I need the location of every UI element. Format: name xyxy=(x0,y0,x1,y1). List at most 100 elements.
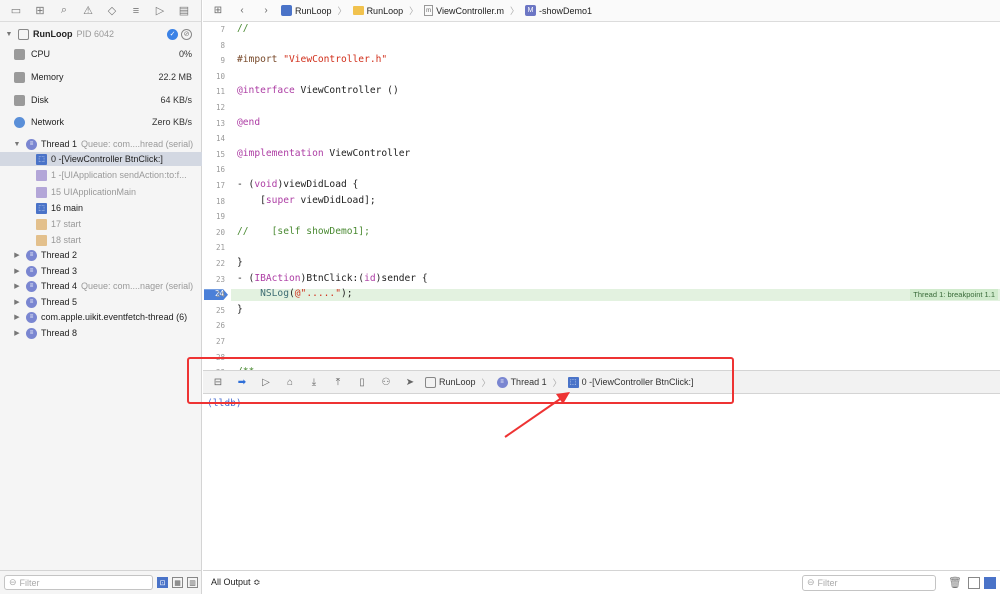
thread-label: Thread 8 xyxy=(41,328,78,338)
project-icon xyxy=(281,5,292,16)
code-line[interactable]: } xyxy=(237,257,243,268)
system-frame-icon xyxy=(36,218,47,230)
code-line[interactable]: - (IBAction)BtnClick:(id)sender { xyxy=(237,273,428,284)
frame-label: 0 -[ViewController BtnClick:] xyxy=(51,154,163,164)
disclosure-triangle-icon[interactable]: ▶ xyxy=(12,313,22,321)
line-number[interactable]: 9 xyxy=(203,56,225,65)
filter-frames-icon[interactable]: ▥ xyxy=(187,577,198,588)
code-line[interactable]: // xyxy=(237,23,249,34)
line-number[interactable]: 11 xyxy=(203,87,225,96)
gauge-label: Network xyxy=(31,117,65,127)
frame-row-selected[interactable]: ⬚ 0 -[ViewController BtnClick:] xyxy=(0,152,202,166)
annotation-highlight-box xyxy=(187,357,734,404)
line-number[interactable]: 19 xyxy=(203,212,225,221)
line-number[interactable]: 15 xyxy=(203,150,225,159)
disclosure-triangle-icon[interactable]: ▼ xyxy=(12,141,22,148)
thread-row[interactable]: ▶ ≡ Thread 5 xyxy=(0,295,202,309)
source-editor[interactable]: 24 Thread 1: breakpoint 1.1 7 // 8 9 #import… xyxy=(203,23,1000,370)
line-number[interactable]: 10 xyxy=(203,72,225,81)
split-view-icon[interactable] xyxy=(968,576,980,589)
code-line[interactable]: - (void)viewDidLoad { xyxy=(237,179,358,190)
back-icon[interactable]: ‹ xyxy=(233,4,251,18)
line-number[interactable]: 24 xyxy=(203,290,225,299)
disk-gauge-icon xyxy=(14,94,25,106)
filter-crashed-icon[interactable]: ⊡ xyxy=(157,577,168,588)
output-selector[interactable]: All Output ≎ xyxy=(211,577,261,588)
line-number[interactable]: 16 xyxy=(203,165,225,174)
gauge-toggle-icon[interactable]: ✓ xyxy=(167,28,178,40)
breakpoint-icon[interactable]: ▷ xyxy=(152,4,168,18)
breakpoint-badge: Thread 1: breakpoint 1.1 xyxy=(910,289,998,301)
thread-row[interactable]: ▶ ≡ Thread 8 xyxy=(0,326,202,340)
line-number[interactable]: 12 xyxy=(203,103,225,112)
disclosure-triangle-icon[interactable]: ▶ xyxy=(12,251,22,259)
issue-icon[interactable]: ⚠ xyxy=(80,4,96,18)
thread-row[interactable]: ▶ ≡ com.apple.uikit.eventfetch-thread (6… xyxy=(0,310,202,324)
thread-row[interactable]: ▶ ≡ Thread 2 xyxy=(0,248,202,262)
code-line[interactable]: NSLog(@"....."); xyxy=(237,288,352,299)
trash-icon[interactable]: 🗑 xyxy=(948,576,962,589)
gauge-value: 0% xyxy=(178,49,192,59)
code-line[interactable]: #import "ViewController.h" xyxy=(237,54,387,65)
line-number[interactable]: 18 xyxy=(203,197,225,206)
line-number[interactable]: 22 xyxy=(203,259,225,268)
code-line[interactable]: @interface ViewController () xyxy=(237,85,399,96)
code-line[interactable]: @end xyxy=(237,117,260,128)
gauge-memory[interactable]: Memory 22.2 MB xyxy=(0,70,202,84)
breadcrumb-file[interactable]: m ViewController.m xyxy=(424,5,504,16)
frame-row[interactable]: ⬚ 16 main xyxy=(0,201,202,215)
filter-running-icon[interactable]: ▦ xyxy=(172,577,183,588)
gauge-cpu[interactable]: CPU 0% xyxy=(0,47,202,61)
gauge-network[interactable]: Network Zero KB/s xyxy=(0,115,202,129)
code-line[interactable]: // [self showDemo1]; xyxy=(237,226,370,237)
options-icon[interactable]: ⊘ xyxy=(181,28,192,40)
code-line[interactable]: [super viewDidLoad]; xyxy=(237,195,376,206)
disclosure-triangle-icon[interactable]: ▼ xyxy=(4,31,14,38)
navigator-filter-input[interactable]: ⊖ Filter xyxy=(4,575,153,590)
line-number[interactable]: 27 xyxy=(203,337,225,346)
forward-icon[interactable]: › xyxy=(257,4,275,18)
line-number[interactable]: 17 xyxy=(203,181,225,190)
lldb-console[interactable]: (lldb) xyxy=(203,395,1000,570)
method-icon: M xyxy=(525,5,537,16)
filter-placeholder: Filter xyxy=(817,577,838,588)
search-icon[interactable]: ⌕ xyxy=(56,4,72,18)
frame-row[interactable]: 15 UIApplicationMain xyxy=(0,185,202,199)
console-filter-input[interactable]: ⊖ Filter xyxy=(802,574,936,591)
line-number[interactable]: 23 xyxy=(203,275,225,284)
line-number[interactable]: 21 xyxy=(203,243,225,252)
line-number[interactable]: 25 xyxy=(203,306,225,315)
frame-row[interactable]: 1 -[UIApplication sendAction:to:f... xyxy=(0,168,202,182)
related-items-icon[interactable]: ⊞ xyxy=(209,4,227,18)
gauge-label: Memory xyxy=(31,72,64,82)
breadcrumb-project[interactable]: RunLoop xyxy=(281,5,332,16)
code-line[interactable]: } xyxy=(237,304,243,315)
console-view-icon[interactable] xyxy=(984,576,996,589)
breadcrumb-method[interactable]: M -showDemo1 xyxy=(525,5,592,16)
frame-label: 15 UIApplicationMain xyxy=(51,187,137,197)
folder-icon[interactable]: ▭ xyxy=(8,4,24,18)
breadcrumb-folder[interactable]: RunLoop xyxy=(352,6,403,16)
debug-icon[interactable]: ≡ xyxy=(128,4,144,18)
report-icon[interactable]: ▤ xyxy=(176,4,192,18)
disclosure-triangle-icon[interactable]: ▶ xyxy=(12,298,22,306)
frame-row[interactable]: 17 start xyxy=(0,217,202,231)
test-icon[interactable]: ◇ xyxy=(104,4,120,18)
line-number[interactable]: 20 xyxy=(203,228,225,237)
line-number[interactable]: 26 xyxy=(203,321,225,330)
disclosure-triangle-icon[interactable]: ▶ xyxy=(12,329,22,337)
line-number[interactable]: 13 xyxy=(203,119,225,128)
line-number[interactable]: 7 xyxy=(203,25,225,34)
line-number[interactable]: 8 xyxy=(203,41,225,50)
thread-row[interactable]: ▶ ≡ Thread 4 Queue: com....nager (serial… xyxy=(0,279,202,293)
process-row[interactable]: ▼ RunLoop PID 6042 ✓ ⊘ xyxy=(0,27,202,41)
thread-row[interactable]: ▼ ≡ Thread 1 Queue: com....hread (serial… xyxy=(0,137,202,151)
gauge-disk[interactable]: Disk 64 KB/s xyxy=(0,93,202,107)
line-number[interactable]: 14 xyxy=(203,134,225,143)
frame-row[interactable]: 18 start xyxy=(0,233,202,247)
disclosure-triangle-icon[interactable]: ▶ xyxy=(12,282,22,290)
thread-row[interactable]: ▶ ≡ Thread 3 xyxy=(0,264,202,278)
disclosure-triangle-icon[interactable]: ▶ xyxy=(12,267,22,275)
code-line[interactable]: @implementation ViewController xyxy=(237,148,410,159)
source-control-icon[interactable]: ⊞ xyxy=(32,4,48,18)
